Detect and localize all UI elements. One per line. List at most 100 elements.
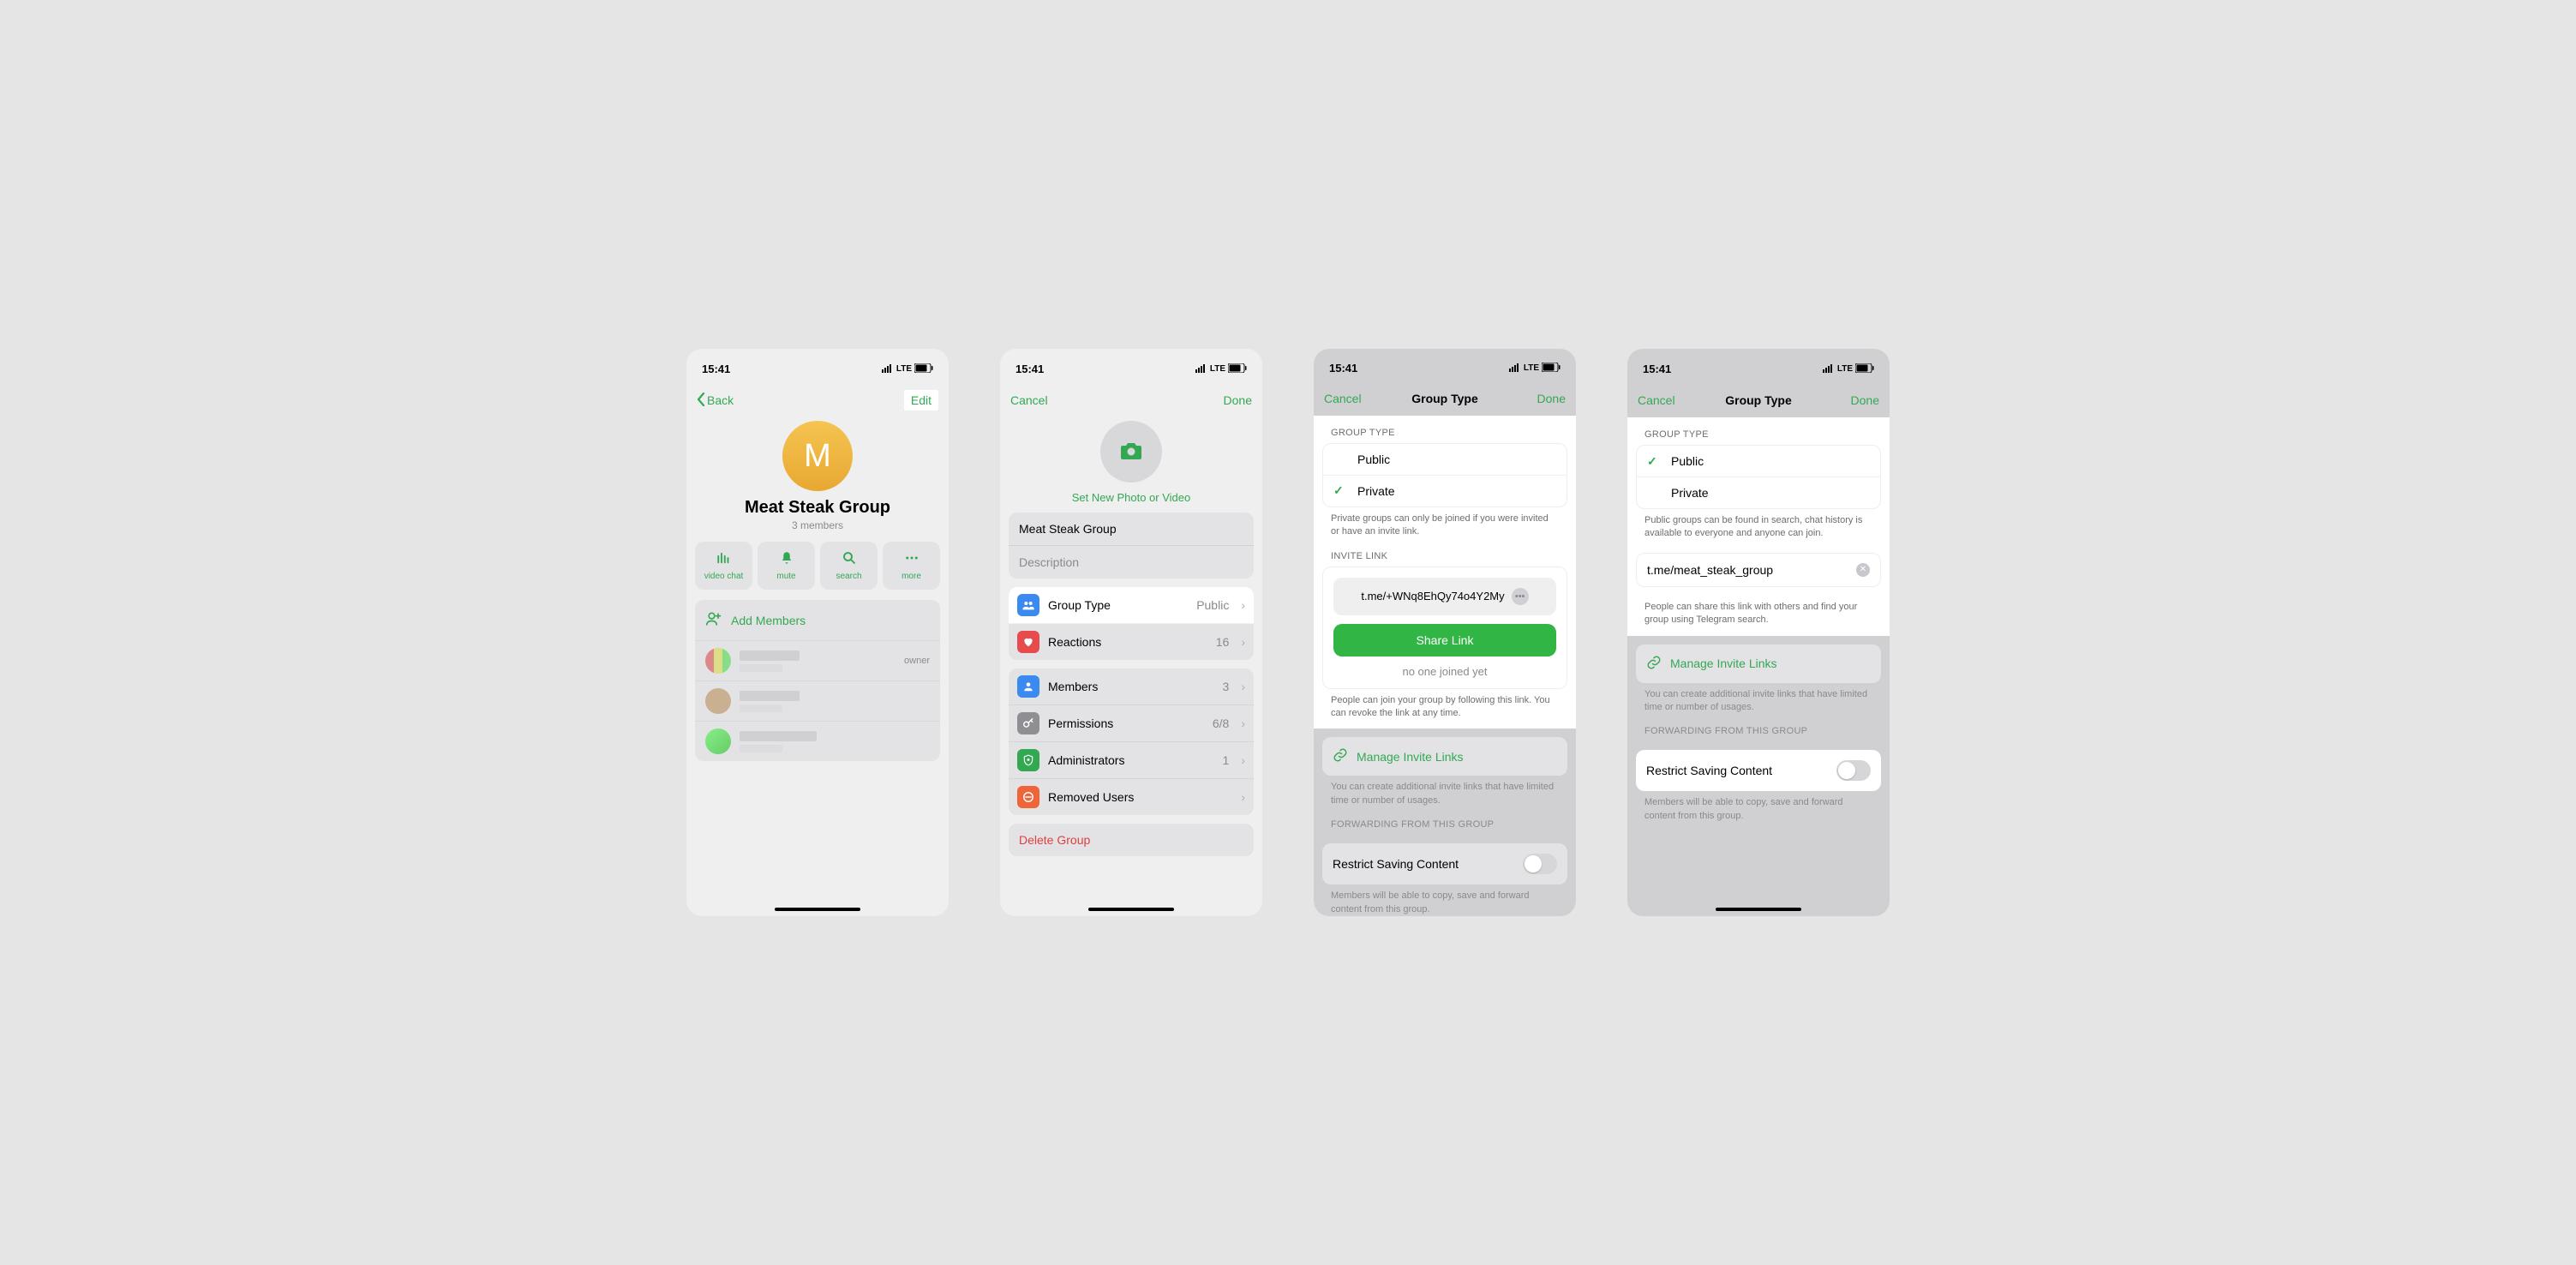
member-row[interactable] (695, 721, 940, 761)
admins-label: Administrators (1048, 753, 1214, 767)
member-info (740, 731, 817, 752)
chevron-left-icon (697, 393, 705, 409)
screen-group-type-private: 15:41 LTE Cancel Group Type Done GROUP T… (1314, 349, 1576, 916)
option-private[interactable]: ✓ Private (1323, 476, 1567, 507)
status-bar: 15:41 LTE (1000, 349, 1262, 383)
members-label: Members (1048, 680, 1214, 693)
set-photo-link[interactable]: Set New Photo or Video (1000, 491, 1262, 504)
removed-users-label: Removed Users (1048, 790, 1232, 804)
nav-bar: Cancel Done (1000, 383, 1262, 417)
member-name-redacted (740, 650, 800, 661)
add-members-label: Add Members (731, 614, 806, 627)
members-value: 3 (1223, 680, 1230, 693)
status-time: 15:41 (1329, 362, 1357, 375)
option-public-label: Public (1357, 453, 1390, 466)
manage-links-row[interactable]: Manage Invite Links (1636, 644, 1881, 683)
add-members-button[interactable]: Add Members (695, 600, 940, 640)
set-photo-button[interactable] (1100, 421, 1162, 483)
member-row[interactable]: owner (695, 640, 940, 680)
network-label: LTE (1210, 364, 1225, 374)
add-user-icon (705, 610, 722, 630)
member-name-redacted (740, 691, 800, 701)
restrict-footnote: Members will be able to copy, save and f… (1314, 884, 1576, 916)
restrict-toggle[interactable] (1836, 760, 1871, 781)
done-button[interactable]: Done (1828, 393, 1879, 407)
signal-icon (1823, 363, 1835, 375)
nav-title: Group Type (1689, 393, 1828, 407)
chevron-right-icon: › (1241, 598, 1245, 612)
members-icon (1017, 675, 1039, 698)
heart-icon (1017, 631, 1039, 653)
video-chat-icon (716, 550, 732, 568)
group-type-value: Public (1196, 598, 1229, 612)
option-public[interactable]: ✓ Public (1637, 446, 1880, 477)
share-link-button[interactable]: Share Link (1333, 624, 1556, 656)
done-button[interactable]: Done (1201, 393, 1252, 407)
chevron-right-icon: › (1241, 635, 1245, 649)
members-row[interactable]: Members 3 › (1009, 668, 1254, 705)
edit-button[interactable]: Edit (904, 390, 938, 411)
public-link-input[interactable]: t.me/meat_steak_group ✕ (1637, 554, 1880, 586)
status-right: LTE (882, 363, 933, 375)
status-time: 15:41 (702, 363, 730, 375)
back-button[interactable]: Back (697, 393, 748, 409)
reactions-row[interactable]: Reactions 16 › (1009, 624, 1254, 660)
battery-icon (1228, 363, 1247, 375)
cancel-button[interactable]: Cancel (1324, 392, 1375, 405)
removed-users-row[interactable]: Removed Users › (1009, 779, 1254, 815)
group-name: Meat Steak Group (686, 498, 949, 518)
no-one-joined: no one joined yet (1333, 665, 1556, 678)
link-options-icon[interactable]: ••• (1512, 588, 1529, 605)
member-status-redacted (740, 704, 782, 712)
status-right: LTE (1509, 362, 1561, 375)
invite-link-box[interactable]: t.me/+WNq8EhQy74o4Y2My ••• (1333, 578, 1556, 615)
group-name-input[interactable]: Meat Steak Group (1009, 513, 1254, 546)
battery-icon (914, 363, 933, 375)
status-right: LTE (1195, 363, 1247, 375)
network-label: LTE (896, 364, 912, 374)
mute-button[interactable]: mute (758, 542, 815, 590)
group-type-row[interactable]: Group Type Public › (1009, 587, 1254, 624)
search-icon (842, 550, 857, 568)
description-input[interactable]: Description (1009, 546, 1254, 579)
member-name-redacted (740, 731, 817, 741)
restrict-label: Restrict Saving Content (1646, 764, 1772, 777)
more-icon (904, 550, 920, 568)
restrict-toggle[interactable] (1523, 854, 1557, 874)
clear-icon[interactable]: ✕ (1856, 563, 1870, 577)
manage-links-label: Manage Invite Links (1670, 656, 1777, 670)
video-chat-button[interactable]: video chat (695, 542, 752, 590)
group-actions: video chat mute search more (686, 531, 949, 600)
status-time: 15:41 (1643, 363, 1671, 375)
option-public[interactable]: Public (1323, 444, 1567, 476)
cancel-button[interactable]: Cancel (1638, 393, 1689, 407)
delete-group-button[interactable]: Delete Group (1009, 824, 1254, 856)
more-button[interactable]: more (883, 542, 940, 590)
reactions-label: Reactions (1048, 635, 1207, 649)
minus-circle-icon (1017, 786, 1039, 808)
network-label: LTE (1837, 364, 1853, 374)
admins-row[interactable]: Administrators 1 › (1009, 742, 1254, 779)
camera-icon (1119, 441, 1143, 464)
manage-links-row[interactable]: Manage Invite Links (1322, 737, 1567, 776)
restrict-saving-row[interactable]: Restrict Saving Content (1322, 843, 1567, 884)
member-row[interactable] (695, 680, 940, 721)
invite-footnote: People can join your group by following … (1314, 689, 1576, 721)
cancel-button[interactable]: Cancel (1010, 393, 1062, 407)
restrict-saving-row[interactable]: Restrict Saving Content (1636, 750, 1881, 791)
group-avatar[interactable]: M (782, 421, 853, 491)
option-private[interactable]: Private (1637, 477, 1880, 508)
back-label: Back (707, 393, 734, 407)
done-button[interactable]: Done (1514, 392, 1566, 405)
link-icon (1333, 747, 1348, 765)
search-button[interactable]: search (820, 542, 878, 590)
permissions-value: 6/8 (1213, 716, 1229, 730)
check-icon: ✓ (1333, 483, 1344, 498)
permissions-row[interactable]: Permissions 6/8 › (1009, 705, 1254, 742)
home-indicator (775, 908, 860, 911)
key-icon (1017, 712, 1039, 734)
member-info (740, 691, 800, 712)
status-right: LTE (1823, 363, 1874, 375)
video-chat-label: video chat (704, 572, 744, 581)
permissions-label: Permissions (1048, 716, 1204, 730)
